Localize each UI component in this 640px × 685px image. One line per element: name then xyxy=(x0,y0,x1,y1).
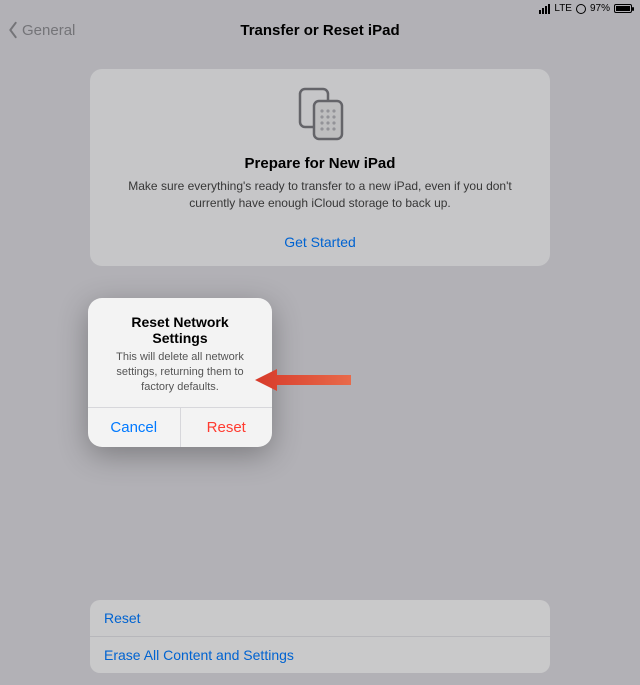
alert-title: Reset Network Settings xyxy=(102,314,258,346)
reset-network-alert: Reset Network Settings This will delete … xyxy=(88,298,272,447)
cancel-button[interactable]: Cancel xyxy=(88,408,180,447)
annotation-arrow-icon xyxy=(255,368,351,392)
alert-message: This will delete all network settings, r… xyxy=(102,350,258,395)
reset-button[interactable]: Reset xyxy=(180,408,273,447)
